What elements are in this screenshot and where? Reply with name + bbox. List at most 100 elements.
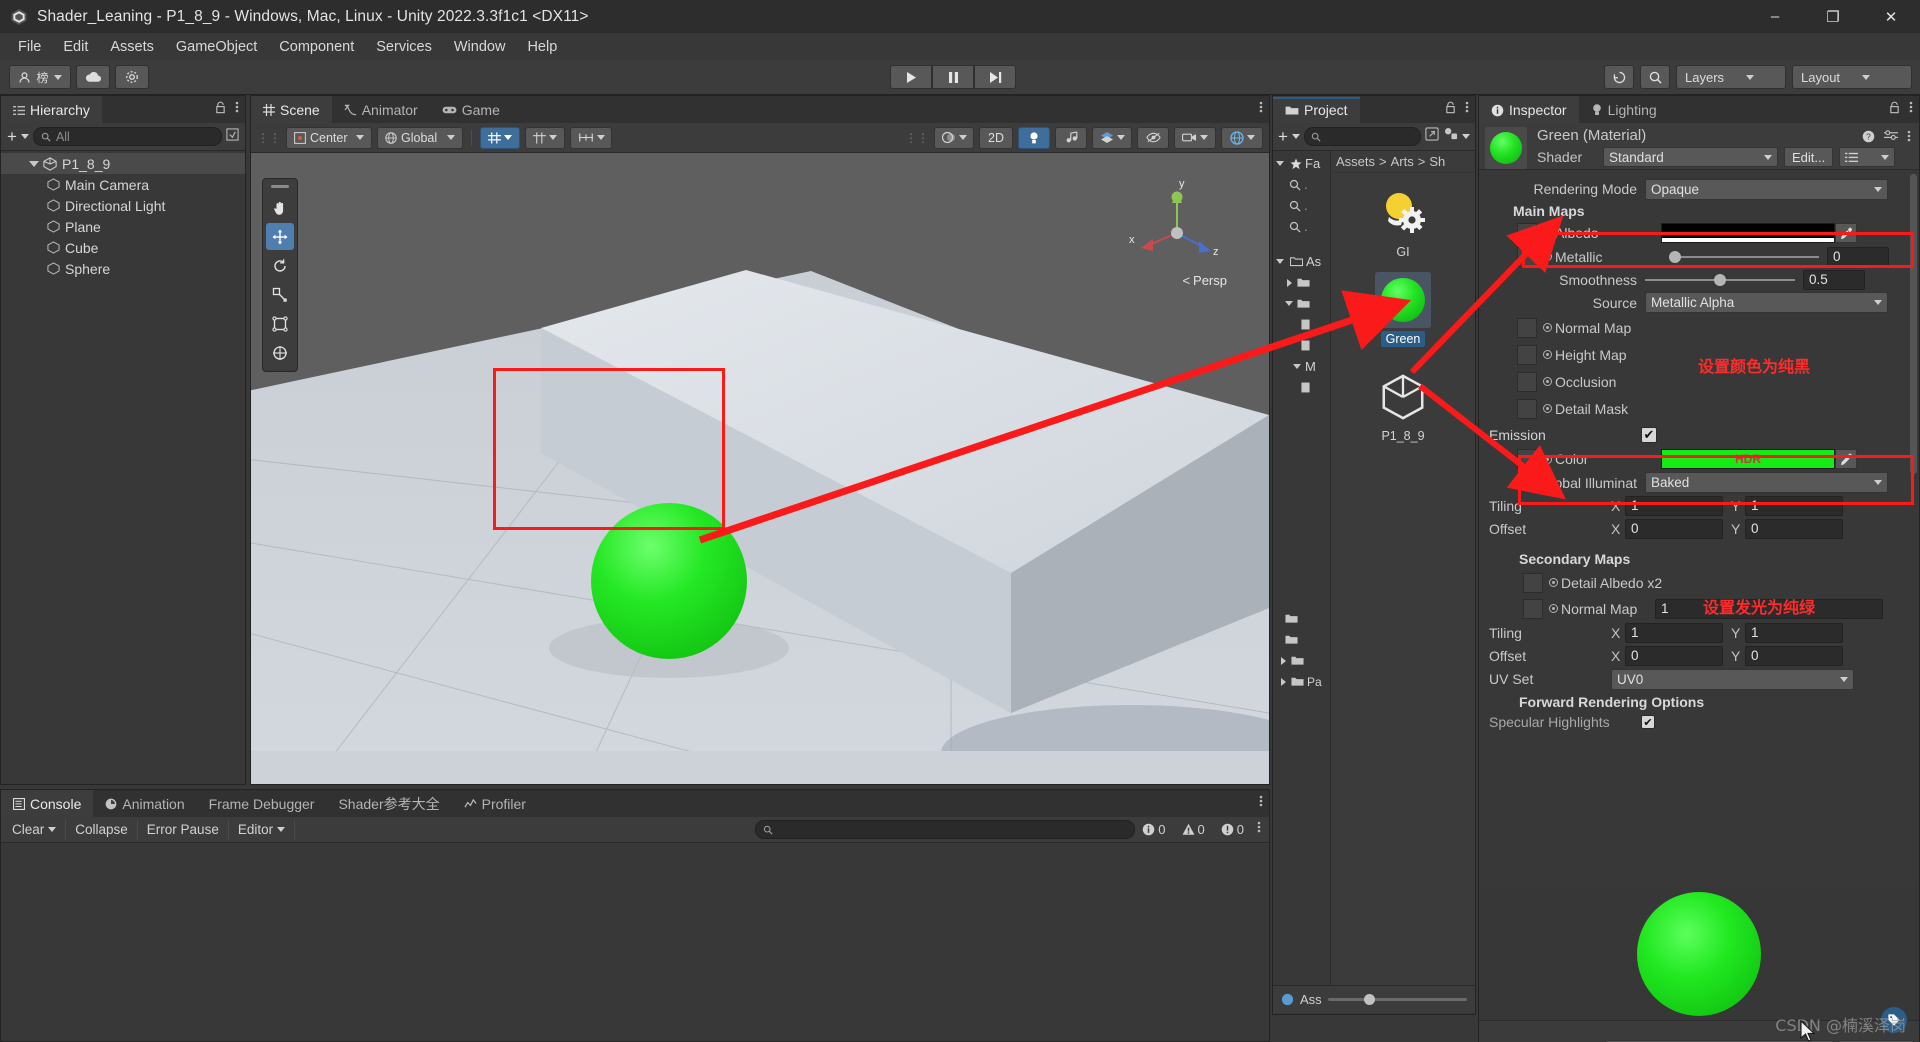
secondary-normal-texture-slot[interactable] bbox=[1523, 598, 1543, 619]
tab-game[interactable]: Game bbox=[430, 96, 512, 123]
hierarchy-row-plane[interactable]: Plane bbox=[1, 216, 245, 237]
more-menu-icon[interactable] bbox=[1259, 794, 1263, 813]
grid-visibility-toggle[interactable] bbox=[525, 126, 565, 149]
offset-y-input[interactable]: 0 bbox=[1745, 518, 1843, 539]
albedo-color-field[interactable] bbox=[1661, 223, 1835, 243]
collapse-triangle-icon[interactable] bbox=[1279, 677, 1288, 686]
menu-file[interactable]: File bbox=[7, 36, 52, 58]
inspector-scrollbar[interactable] bbox=[1910, 174, 1917, 474]
global-illum-dropdown[interactable]: Baked bbox=[1645, 472, 1888, 493]
collapse-triangle-icon[interactable] bbox=[1285, 278, 1294, 287]
maximize-button[interactable]: ❐ bbox=[1804, 0, 1862, 33]
asset-item-green[interactable]: Green bbox=[1331, 272, 1475, 347]
hierarchy-row-scene[interactable]: P1_8_9 bbox=[1, 153, 245, 174]
albedo-eyedropper-button[interactable] bbox=[1835, 223, 1857, 243]
inspector-body[interactable]: Rendering Mode Opaque Main Maps Albedo M… bbox=[1479, 170, 1919, 1042]
uv-set-dropdown[interactable]: UV0 bbox=[1611, 668, 1854, 690]
hierarchy-row-main-camera[interactable]: Main Camera bbox=[1, 174, 245, 195]
help-icon[interactable]: ? bbox=[1862, 130, 1875, 148]
transform-tool-button[interactable] bbox=[266, 339, 294, 366]
emission-color-field[interactable]: HDR bbox=[1661, 449, 1835, 469]
tab-inspector[interactable]: Inspector bbox=[1479, 96, 1579, 123]
rendering-mode-dropdown[interactable]: Opaque bbox=[1645, 178, 1888, 200]
tree-row-file-2[interactable] bbox=[1273, 335, 1330, 356]
move-tool-button[interactable] bbox=[266, 223, 294, 250]
editor-dropdown[interactable]: Editor bbox=[229, 819, 296, 840]
tab-animation[interactable]: Animation bbox=[93, 790, 196, 817]
normal-map-texture-slot[interactable] bbox=[1517, 317, 1537, 338]
play-button[interactable] bbox=[890, 65, 932, 89]
tab-profiler[interactable]: Profiler bbox=[452, 790, 538, 817]
tree-row-folder-3[interactable]: M bbox=[1273, 356, 1330, 377]
emission-checkbox[interactable]: ✔ bbox=[1641, 426, 1657, 443]
specular-highlights-checkbox[interactable]: ✔ bbox=[1641, 715, 1655, 729]
snap-increment-button[interactable] bbox=[570, 126, 612, 149]
breadcrumb-arts[interactable]: Arts bbox=[1391, 154, 1414, 169]
asset-filter-icon[interactable] bbox=[1443, 127, 1458, 146]
shader-preset-dropdown[interactable] bbox=[1839, 147, 1896, 167]
space-dropdown[interactable]: Global bbox=[377, 126, 463, 149]
tree-row-file-1[interactable] bbox=[1273, 314, 1330, 335]
offset2-x-input[interactable]: 0 bbox=[1625, 645, 1723, 666]
console-search-input[interactable] bbox=[755, 820, 1136, 839]
hierarchy-row-cube[interactable]: Cube bbox=[1, 237, 245, 258]
smoothness-slider[interactable] bbox=[1645, 273, 1795, 286]
lock-icon[interactable] bbox=[1889, 101, 1900, 119]
expand-triangle-icon[interactable] bbox=[1285, 301, 1294, 306]
view-axis-gizmo[interactable]: y x z bbox=[1127, 175, 1227, 285]
scene-lighting-toggle[interactable] bbox=[1018, 126, 1050, 149]
chevron-down-icon[interactable] bbox=[1462, 134, 1470, 139]
clear-button[interactable]: Clear bbox=[3, 819, 67, 840]
add-gameobject-button[interactable]: + bbox=[7, 128, 17, 145]
search-button[interactable] bbox=[1640, 65, 1670, 89]
pause-button[interactable] bbox=[932, 65, 974, 89]
thumbnail-size-slider[interactable] bbox=[1327, 994, 1467, 1005]
chevron-down-icon[interactable] bbox=[48, 827, 57, 832]
menu-assets[interactable]: Assets bbox=[99, 36, 165, 58]
hierarchy-row-sphere[interactable]: Sphere bbox=[1, 258, 245, 279]
menu-services[interactable]: Services bbox=[365, 36, 443, 58]
emission-texture-slot[interactable] bbox=[1517, 449, 1537, 469]
more-menu-icon[interactable] bbox=[1465, 100, 1469, 119]
detail-mask-texture-slot[interactable] bbox=[1517, 398, 1537, 419]
scene-visibility-toggle[interactable] bbox=[1137, 126, 1169, 149]
account-button[interactable]: 榜 bbox=[9, 65, 71, 89]
toggle-2d[interactable]: 2D bbox=[979, 126, 1013, 149]
asset-item-gi[interactable]: GI bbox=[1331, 185, 1475, 260]
tree-row-folder-6[interactable] bbox=[1273, 650, 1330, 671]
breadcrumb-shaders[interactable]: Sh bbox=[1429, 154, 1445, 169]
error-pause-button[interactable]: Error Pause bbox=[138, 819, 229, 840]
tab-hierarchy[interactable]: Hierarchy bbox=[1, 96, 102, 123]
expand-triangle-icon[interactable] bbox=[27, 160, 41, 167]
offset2-y-input[interactable]: 0 bbox=[1745, 645, 1843, 666]
height-map-texture-slot[interactable] bbox=[1517, 344, 1537, 365]
hand-tool-button[interactable] bbox=[266, 194, 294, 221]
offset-x-input[interactable]: 0 bbox=[1625, 518, 1723, 539]
scene-fx-dropdown[interactable] bbox=[1092, 126, 1132, 149]
menu-help[interactable]: Help bbox=[516, 36, 568, 58]
expand-triangle-icon[interactable] bbox=[1276, 259, 1287, 264]
preset-icon[interactable] bbox=[1884, 129, 1898, 148]
tree-row-search-2[interactable]: . bbox=[1273, 195, 1330, 216]
palette-grip[interactable] bbox=[271, 185, 289, 188]
shader-dropdown[interactable]: Standard bbox=[1603, 147, 1778, 167]
minimize-button[interactable]: – bbox=[1746, 0, 1804, 33]
asset-item-scene[interactable]: P1_8_9 bbox=[1331, 369, 1475, 444]
more-menu-icon[interactable] bbox=[1259, 100, 1263, 119]
metallic-slider[interactable] bbox=[1669, 250, 1819, 263]
tiling2-x-input[interactable]: 1 bbox=[1625, 622, 1723, 643]
lock-icon[interactable] bbox=[215, 101, 226, 119]
tree-row-folder-2[interactable] bbox=[1273, 293, 1330, 314]
more-menu-icon[interactable] bbox=[235, 100, 239, 119]
collapse-triangle-icon[interactable] bbox=[1279, 656, 1288, 665]
step-button[interactable] bbox=[974, 65, 1016, 89]
rect-tool-button[interactable] bbox=[266, 310, 294, 337]
tab-project[interactable]: Project bbox=[1273, 96, 1360, 123]
occlusion-texture-slot[interactable] bbox=[1517, 371, 1537, 392]
console-more-icon[interactable] bbox=[1257, 820, 1261, 839]
smoothness-value[interactable]: 0.5 bbox=[1803, 269, 1865, 290]
cloud-button[interactable] bbox=[76, 65, 110, 89]
scene-audio-toggle[interactable] bbox=[1055, 126, 1087, 149]
menu-component[interactable]: Component bbox=[268, 36, 365, 58]
expand-triangle-icon[interactable] bbox=[1276, 161, 1287, 166]
